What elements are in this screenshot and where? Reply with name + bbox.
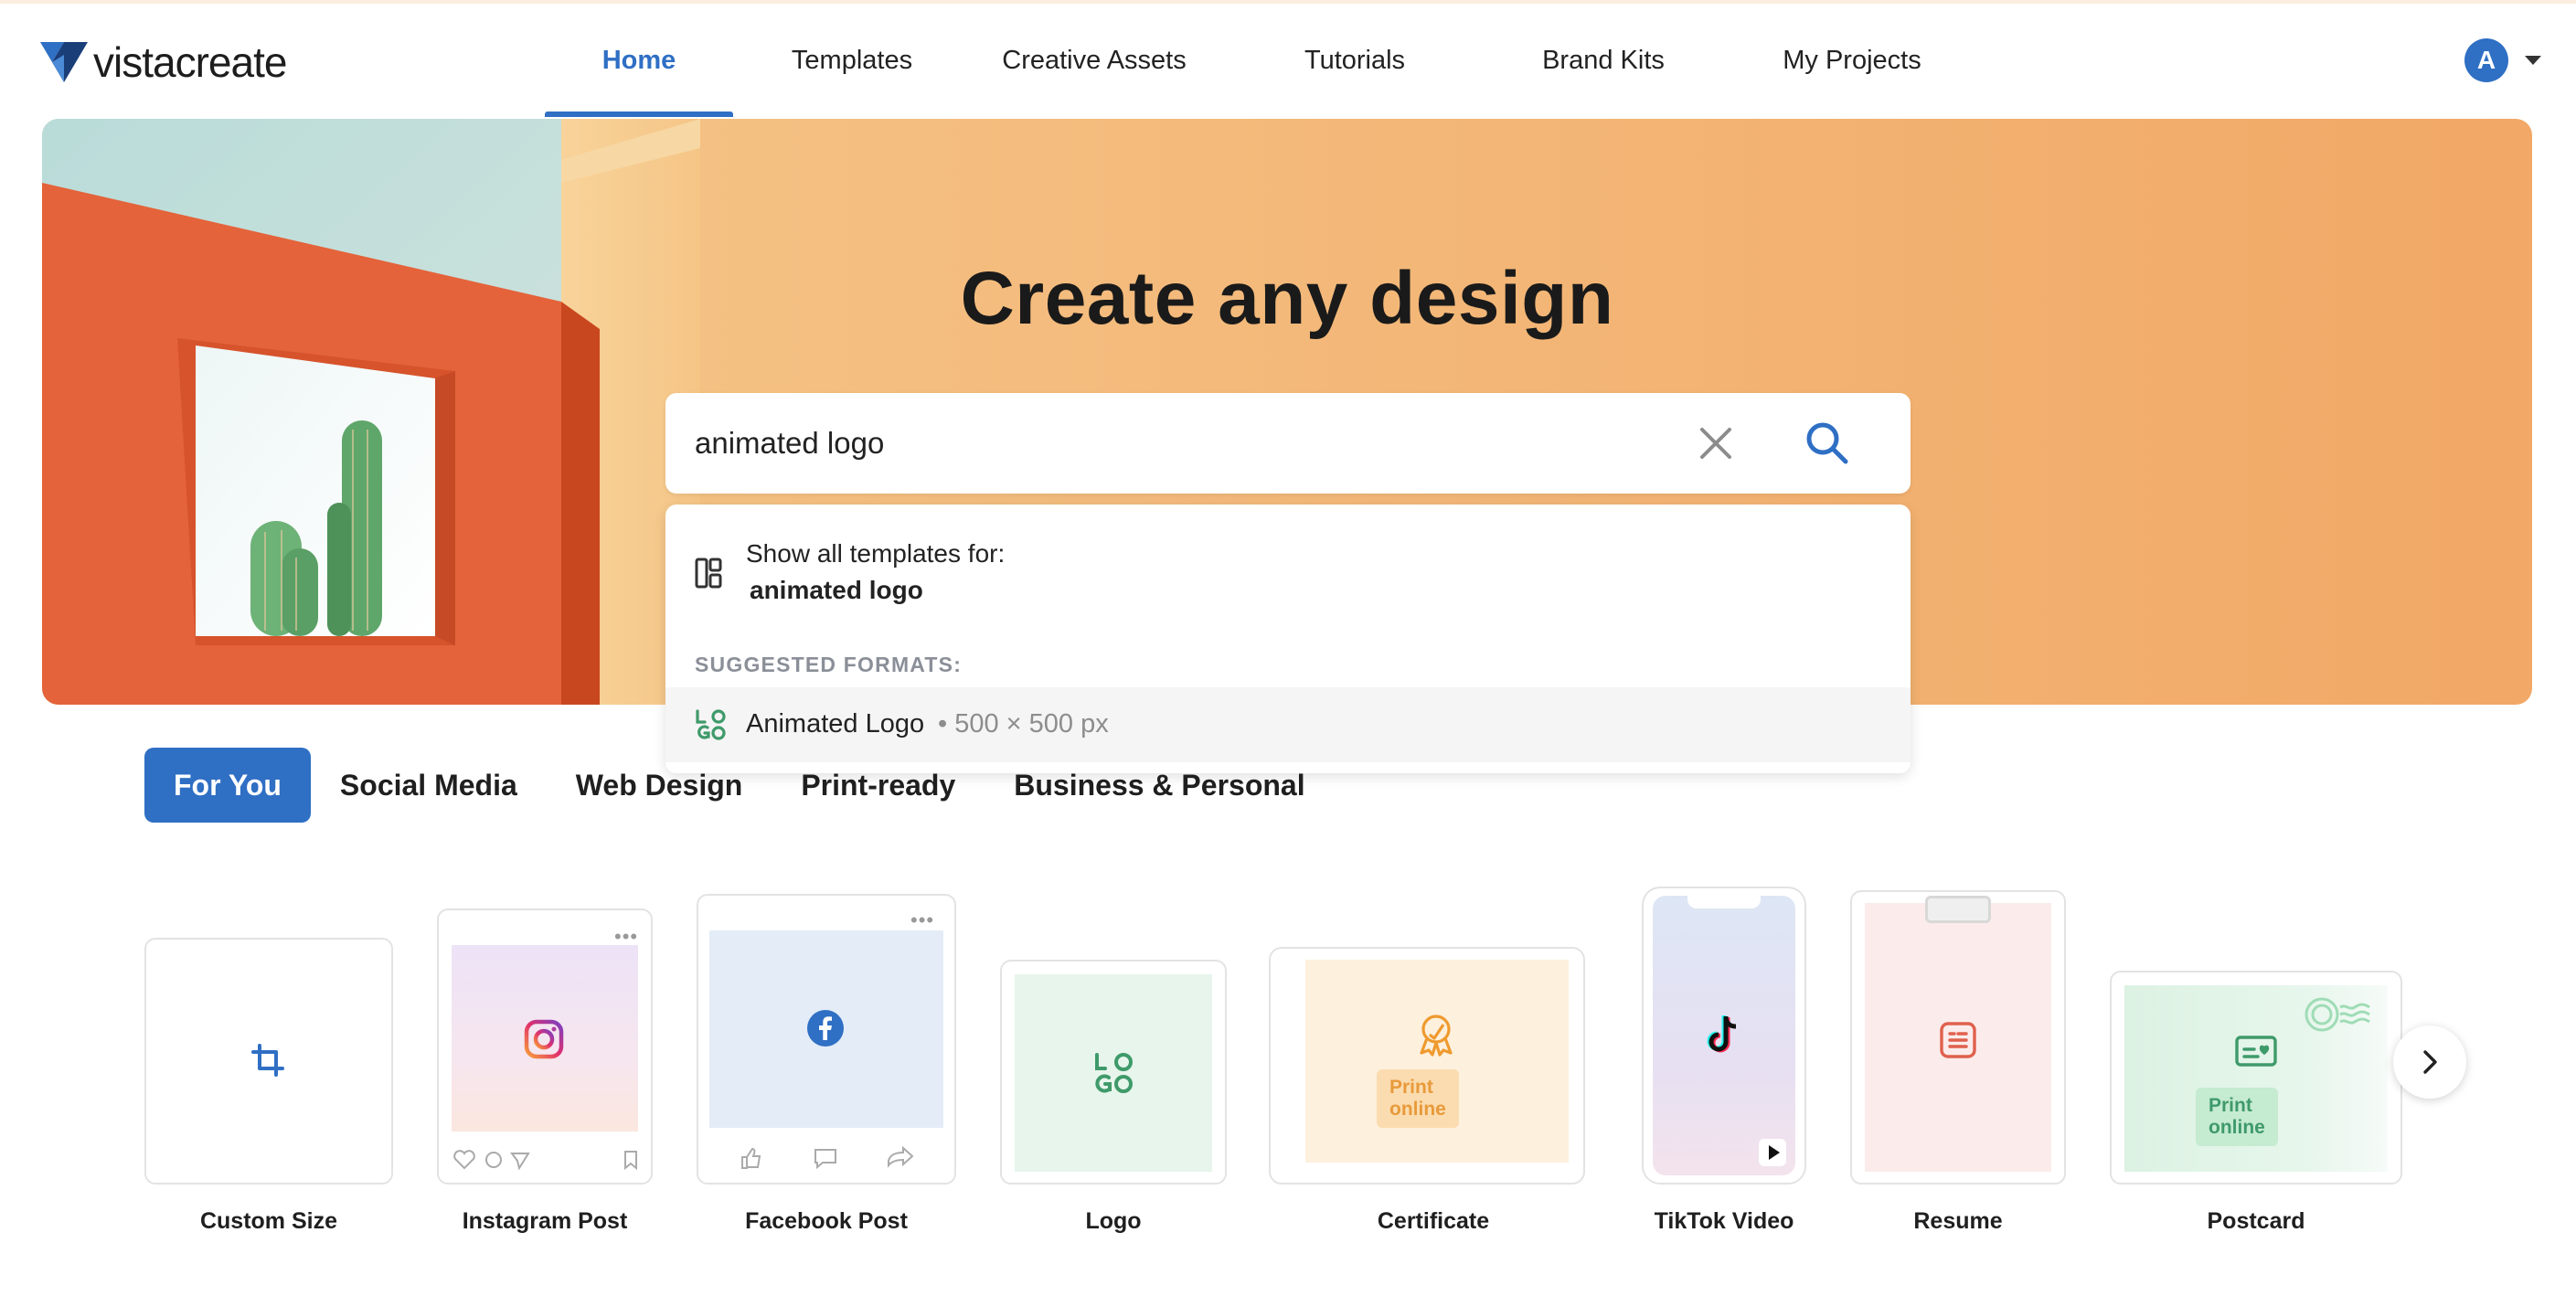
postmark-stamp-icon: [2305, 997, 2370, 1032]
nav-creative-assets[interactable]: Creative Assets: [971, 4, 1218, 117]
tab-print-ready[interactable]: Print-ready: [772, 748, 985, 823]
nav-templates-label: Templates: [791, 45, 913, 75]
card-label: Certificate: [1377, 1208, 1490, 1234]
search-suggestions-dropdown: Show all templates for: animated logo SU…: [665, 505, 1911, 773]
more-dots-icon: •••: [910, 909, 935, 931]
close-icon[interactable]: [1695, 422, 1737, 464]
nav-home-label: Home: [601, 45, 676, 75]
card-label: Facebook Post: [745, 1208, 908, 1234]
facebook-actions-icon: [741, 1146, 914, 1170]
card-label: Resume: [1913, 1208, 2003, 1234]
tab-web-design-label: Web Design: [575, 768, 743, 802]
tab-for-you[interactable]: For You: [144, 748, 311, 823]
tiktok-icon: [1707, 1015, 1737, 1053]
nav-templates[interactable]: Templates: [733, 4, 971, 117]
postcard-icon: [2235, 1036, 2277, 1067]
suggested-formats-heading: SUGGESTED FORMATS:: [695, 653, 963, 676]
tab-print-ready-label: Print-ready: [801, 768, 956, 802]
nav-my-projects[interactable]: My Projects: [1715, 4, 1989, 117]
clipboard-clip-icon: [1925, 896, 1991, 923]
hero-cactus-illustration: [42, 119, 700, 705]
nav-tutorials-label: Tutorials: [1304, 45, 1406, 75]
search-icon[interactable]: [1804, 420, 1850, 466]
nav-brand-kits-label: Brand Kits: [1542, 45, 1665, 75]
nav-my-projects-label: My Projects: [1783, 45, 1921, 75]
print-online-badge: Print online: [2196, 1088, 2278, 1146]
facebook-icon: [807, 1010, 844, 1047]
crop-icon: [251, 1044, 284, 1077]
tab-business-personal-label: Business & Personal: [1014, 768, 1305, 802]
document-icon: [1940, 1022, 1976, 1058]
show-all-query: animated logo: [750, 576, 923, 604]
certificate-preview: [1305, 960, 1569, 1163]
instagram-icon: [524, 1019, 564, 1059]
show-all-label: Show all templates for:: [746, 539, 1006, 568]
logo-wordmark: vistacreate: [93, 38, 287, 86]
instagram-actions-icon: [453, 1150, 637, 1171]
avatar[interactable]: A: [2464, 38, 2508, 82]
vistacreate-logo[interactable]: vistacreate: [40, 37, 287, 88]
category-tabs: For You Social Media Web Design Print-re…: [144, 748, 1335, 823]
tab-social-media[interactable]: Social Media: [311, 748, 547, 823]
print-online-badge: Print online: [1377, 1069, 1459, 1128]
award-icon: [1420, 1015, 1453, 1057]
tab-social-media-label: Social Media: [339, 768, 517, 802]
nav-home[interactable]: Home: [545, 4, 733, 117]
chevron-down-icon[interactable]: [2525, 56, 2541, 65]
show-all-templates-option[interactable]: Show all templates for: animated logo: [665, 530, 1911, 612]
tab-web-design[interactable]: Web Design: [547, 748, 772, 823]
format-size: • 500 × 500 px: [938, 709, 1109, 739]
animated-logo-icon: [696, 709, 726, 740]
play-icon: [1759, 1139, 1786, 1166]
more-dots-icon: •••: [614, 925, 639, 948]
card-label: Instagram Post: [462, 1208, 628, 1234]
chevron-right-icon: [2423, 1050, 2437, 1074]
format-name: Animated Logo: [746, 709, 925, 739]
search-bar: [665, 393, 1911, 494]
phone-notch: [1687, 896, 1761, 909]
next-arrow-button[interactable]: [2393, 1025, 2466, 1099]
logo-icon: [1095, 1053, 1133, 1093]
templates-layout-icon: [695, 558, 722, 589]
tab-business-personal[interactable]: Business & Personal: [985, 748, 1334, 823]
nav-creative-assets-label: Creative Assets: [1002, 45, 1187, 75]
nav-tutorials[interactable]: Tutorials: [1218, 4, 1492, 117]
search-input[interactable]: [695, 426, 1645, 461]
header: vistacreate Home Templates Creative Asse…: [0, 4, 2576, 117]
card-label: Custom Size: [199, 1208, 338, 1234]
nav-brand-kits[interactable]: Brand Kits: [1492, 4, 1715, 117]
account-menu[interactable]: A: [2464, 38, 2541, 82]
hero-title: Create any design: [960, 257, 1614, 340]
card-label: Postcard: [2207, 1208, 2305, 1234]
avatar-initial: A: [2476, 46, 2496, 74]
card-label: TikTok Video: [1654, 1208, 1794, 1234]
card-label: Logo: [1085, 1208, 1142, 1234]
tab-for-you-label: For You: [174, 768, 282, 802]
main-nav: Home Templates Creative Assets Tutorials…: [545, 4, 1989, 117]
vistacreate-logo-mark-icon: [40, 42, 88, 82]
